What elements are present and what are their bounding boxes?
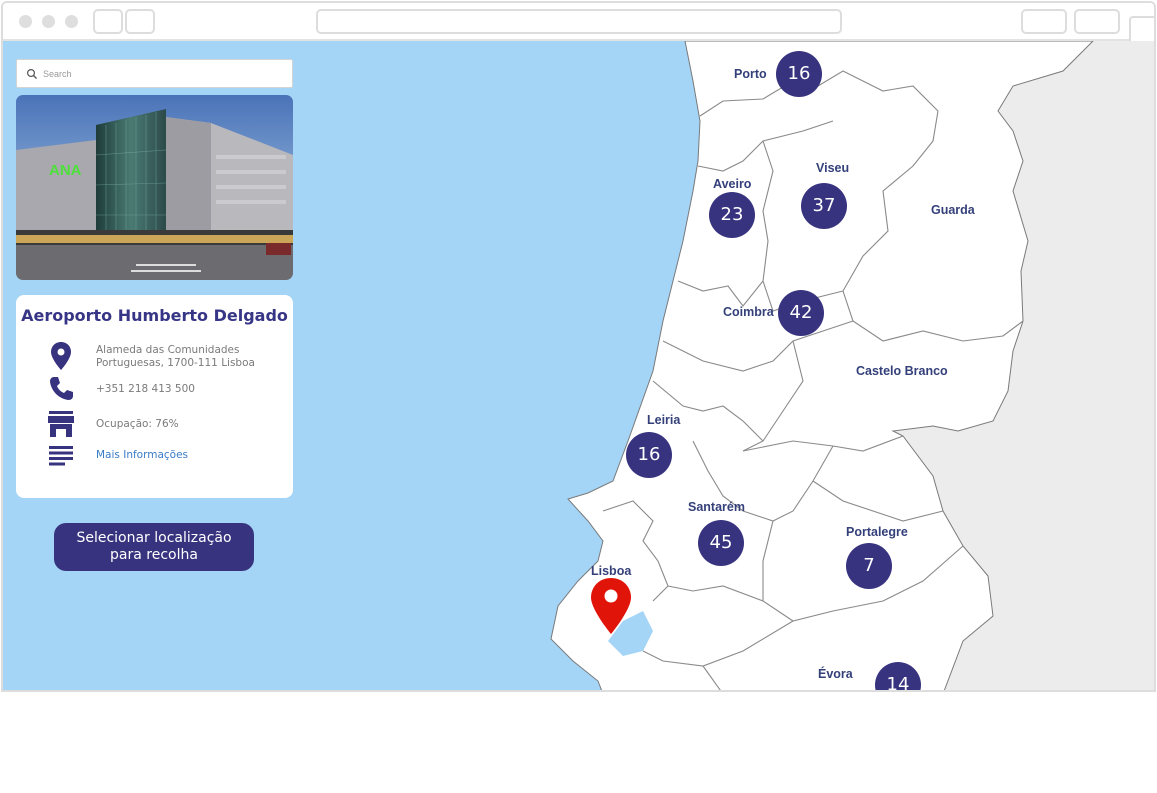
search-box[interactable]: [16, 59, 293, 88]
phone-icon: [50, 377, 73, 400]
district-label-viseu: Viseu: [816, 161, 850, 175]
district-label-santarem: Santarém: [688, 500, 745, 514]
toolbar-button[interactable]: [1074, 9, 1120, 34]
browser-window: ANA Aeroporto Humberto Delgado Alameda d…: [1, 1, 1156, 692]
more-info-link[interactable]: Mais Informações: [96, 449, 188, 462]
district-label-guarda: Guarda: [931, 203, 975, 217]
search-input[interactable]: [43, 65, 283, 83]
text-lines-icon: [49, 446, 73, 466]
phone-text: +351 218 413 500: [96, 383, 195, 395]
district-label-portalegre: Portalegre: [846, 525, 908, 539]
select-pickup-location-button[interactable]: Selecionar localização para recolha: [54, 523, 254, 571]
back-button[interactable]: [93, 9, 123, 34]
window-maximize-dot[interactable]: [65, 15, 78, 28]
district-label-lisboa: Lisboa: [591, 564, 632, 578]
occupancy-text: Ocupação: 76%: [96, 418, 179, 430]
address-line-1: Alameda das Comunidades: [96, 344, 240, 356]
location-title: Aeroporto Humberto Delgado: [21, 306, 288, 325]
toolbar-button[interactable]: [1021, 9, 1067, 34]
map-view[interactable]: ANA Aeroporto Humberto Delgado Alameda d…: [3, 41, 1154, 690]
location-pin-icon: [51, 342, 71, 370]
address-bar[interactable]: [316, 9, 842, 34]
svg-text:ANA: ANA: [49, 162, 82, 179]
district-label-aveiro: Aveiro: [713, 177, 752, 191]
cluster-marker-leiria[interactable]: 16: [626, 432, 672, 478]
airport-photo: ANA: [16, 95, 293, 280]
cluster-marker-viseu[interactable]: 37: [801, 183, 847, 229]
district-label-evora: Évora: [818, 667, 853, 681]
select-button-line-1: Selecionar localização: [76, 530, 232, 546]
cluster-marker-santarem[interactable]: 45: [698, 520, 744, 566]
address-line-2: Portuguesas, 1700-111 Lisboa: [96, 357, 255, 369]
window-close-dot[interactable]: [19, 15, 32, 28]
cluster-marker-aveiro[interactable]: 23: [709, 192, 755, 238]
district-label-coimbra: Coimbra: [723, 305, 774, 319]
address-text: Alameda das Comunidades Portuguesas, 170…: [96, 344, 255, 370]
cluster-marker-portalegre[interactable]: 7: [846, 543, 892, 589]
cluster-marker-porto[interactable]: 16: [776, 51, 822, 97]
selected-location-pin-icon[interactable]: [589, 577, 633, 635]
select-button-line-2: para recolha: [110, 547, 198, 563]
district-label-porto: Porto: [734, 67, 767, 81]
district-label-castelo-branco: Castelo Branco: [856, 364, 948, 378]
cluster-marker-coimbra[interactable]: 42: [778, 290, 824, 336]
district-label-leiria: Leiria: [647, 413, 681, 427]
window-minimize-dot[interactable]: [42, 15, 55, 28]
search-icon: [26, 68, 37, 79]
store-icon: [48, 411, 74, 437]
location-info-card: Aeroporto Humberto Delgado Alameda das C…: [16, 295, 293, 498]
browser-toolbar: [3, 3, 1154, 46]
forward-button[interactable]: [125, 9, 155, 34]
